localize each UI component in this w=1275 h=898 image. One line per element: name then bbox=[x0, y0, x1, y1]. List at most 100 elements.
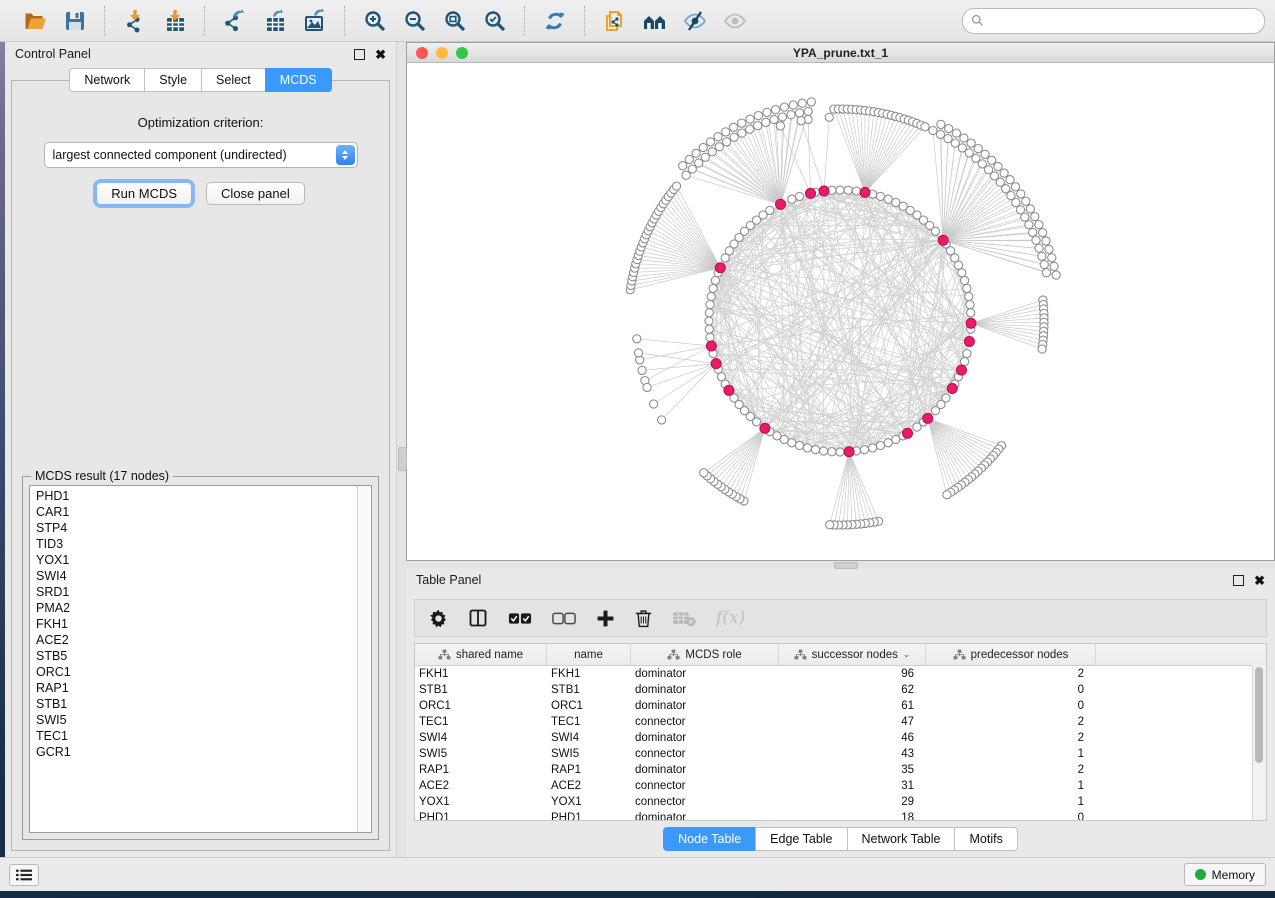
graph-leaf-node[interactable] bbox=[1017, 190, 1025, 198]
mcds-result-item[interactable]: SWI5 bbox=[36, 712, 357, 728]
graph-leaf-node[interactable] bbox=[701, 153, 709, 161]
table-cell[interactable]: TEC1 bbox=[415, 716, 547, 728]
function-builder-button[interactable]: f(x) bbox=[716, 604, 745, 632]
memory-button[interactable]: Memory bbox=[1184, 863, 1266, 886]
table-settings-button[interactable] bbox=[429, 604, 448, 632]
graph-node[interactable] bbox=[954, 261, 962, 269]
import-network-button[interactable] bbox=[118, 5, 152, 37]
table-cell[interactable]: PHD1 bbox=[547, 812, 631, 820]
mcds-hub-node[interactable] bbox=[819, 186, 829, 196]
table-cell[interactable]: STB1 bbox=[415, 684, 547, 696]
graph-leaf-node[interactable] bbox=[715, 143, 723, 151]
graph-leaf-node[interactable] bbox=[730, 133, 738, 141]
graph-leaf-node[interactable] bbox=[746, 115, 754, 123]
graph-node[interactable] bbox=[705, 309, 713, 317]
graph-leaf-node[interactable] bbox=[746, 125, 754, 133]
table-cell[interactable]: dominator bbox=[631, 732, 779, 744]
graph-leaf-node[interactable] bbox=[787, 111, 795, 119]
save-session-button[interactable] bbox=[58, 5, 92, 37]
vertical-splitter[interactable] bbox=[397, 42, 406, 857]
graph-leaf-node[interactable] bbox=[1045, 245, 1053, 253]
graph-leaf-node[interactable] bbox=[763, 108, 771, 116]
zoom-window-icon[interactable] bbox=[456, 47, 468, 59]
graph-leaf-node[interactable] bbox=[826, 521, 834, 529]
graph-leaf-node[interactable] bbox=[708, 148, 716, 156]
close-panel-button[interactable]: Close panel bbox=[206, 182, 305, 205]
tab-select[interactable]: Select bbox=[201, 68, 265, 92]
tab-network-table[interactable]: Network Table bbox=[847, 827, 955, 851]
export-image-button[interactable] bbox=[298, 5, 332, 37]
show-all-button[interactable] bbox=[718, 5, 752, 37]
mcds-result-item[interactable]: SWI4 bbox=[36, 568, 357, 584]
mcds-hub-node[interactable] bbox=[776, 199, 786, 209]
mcds-result-item[interactable]: STP4 bbox=[36, 520, 357, 536]
table-cell[interactable]: SWI4 bbox=[547, 732, 631, 744]
mcds-result-item[interactable]: SRD1 bbox=[36, 584, 357, 600]
graph-leaf-node[interactable] bbox=[776, 122, 784, 130]
mcds-result-item[interactable]: RAP1 bbox=[36, 680, 357, 696]
mcds-hub-node[interactable] bbox=[966, 318, 976, 328]
graph-node[interactable] bbox=[705, 317, 713, 325]
table-row[interactable]: STB1STB1dominator620 bbox=[415, 682, 1266, 698]
graph-node[interactable] bbox=[869, 444, 877, 452]
table-cell[interactable]: SWI4 bbox=[415, 732, 547, 744]
table-cell[interactable]: 96 bbox=[779, 668, 926, 680]
graph-leaf-node[interactable] bbox=[706, 138, 714, 146]
mcds-hub-node[interactable] bbox=[715, 263, 725, 273]
table-cell[interactable]: 2 bbox=[926, 668, 1096, 680]
graph-node[interactable] bbox=[884, 439, 892, 447]
table-row[interactable]: SWI4SWI4dominator462 bbox=[415, 730, 1266, 746]
table-cell[interactable]: PHD1 bbox=[415, 812, 547, 820]
graph-leaf-node[interactable] bbox=[754, 122, 762, 130]
graph-leaf-node[interactable] bbox=[988, 156, 996, 164]
optimization-criterion-select[interactable]: largest connected component (undirected) bbox=[44, 142, 358, 168]
graph-leaf-node[interactable] bbox=[1038, 345, 1046, 353]
graph-node[interactable] bbox=[788, 195, 796, 203]
mcds-hub-node[interactable] bbox=[923, 413, 933, 423]
table-cell[interactable]: RAP1 bbox=[547, 764, 631, 776]
graph-node[interactable] bbox=[913, 423, 921, 431]
table-cell[interactable]: YOX1 bbox=[415, 796, 547, 808]
deselect-all-checkboxes-button[interactable] bbox=[552, 604, 576, 632]
graph-leaf-node[interactable] bbox=[937, 120, 945, 128]
network-graph[interactable] bbox=[407, 63, 1274, 560]
graph-leaf-node[interactable] bbox=[1050, 262, 1058, 270]
graph-node[interactable] bbox=[803, 444, 811, 452]
graph-leaf-node[interactable] bbox=[994, 162, 1002, 170]
graph-leaf-node[interactable] bbox=[1026, 205, 1034, 213]
graph-node[interactable] bbox=[836, 448, 844, 456]
scrollbar-thumb[interactable] bbox=[1255, 667, 1263, 763]
graph-node[interactable] bbox=[705, 325, 713, 333]
mcds-hub-node[interactable] bbox=[947, 384, 957, 394]
graph-leaf-node[interactable] bbox=[722, 128, 730, 136]
table-row[interactable]: SWI5SWI5connector431 bbox=[415, 746, 1266, 762]
graph-leaf-node[interactable] bbox=[714, 133, 722, 141]
graph-leaf-node[interactable] bbox=[1052, 271, 1060, 279]
graph-node[interactable] bbox=[717, 373, 725, 381]
graph-leaf-node[interactable] bbox=[672, 182, 680, 190]
graph-node[interactable] bbox=[892, 435, 900, 443]
task-history-button[interactable] bbox=[9, 864, 39, 886]
graph-node[interactable] bbox=[963, 284, 971, 292]
graph-node[interactable] bbox=[711, 276, 719, 284]
mcds-hub-node[interactable] bbox=[711, 359, 721, 369]
mcds-hub-node[interactable] bbox=[964, 337, 974, 347]
graph-leaf-node[interactable] bbox=[699, 143, 707, 151]
graph-node[interactable] bbox=[709, 284, 717, 292]
graph-node[interactable] bbox=[958, 269, 966, 277]
graph-leaf-node[interactable] bbox=[1000, 169, 1008, 177]
table-cell[interactable]: dominator bbox=[631, 764, 779, 776]
export-network-button[interactable] bbox=[218, 5, 252, 37]
graph-leaf-node[interactable] bbox=[633, 335, 641, 343]
table-cell[interactable]: 35 bbox=[779, 764, 926, 776]
search-input[interactable] bbox=[989, 13, 1256, 29]
graph-node[interactable] bbox=[836, 186, 844, 194]
splitter-grip[interactable] bbox=[834, 562, 858, 569]
graph-leaf-node[interactable] bbox=[1011, 183, 1019, 191]
graph-node[interactable] bbox=[961, 357, 969, 365]
table-cell[interactable]: dominator bbox=[631, 684, 779, 696]
graph-leaf-node[interactable] bbox=[658, 416, 666, 424]
minimize-window-icon[interactable] bbox=[436, 47, 448, 59]
tab-edge-table[interactable]: Edge Table bbox=[755, 827, 846, 851]
table-row[interactable]: ACE2ACE2connector311 bbox=[415, 778, 1266, 794]
